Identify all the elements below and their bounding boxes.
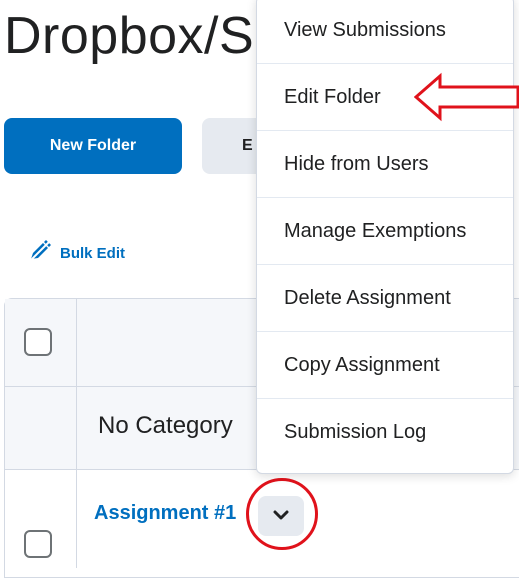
column-divider (76, 298, 77, 568)
page-title: Dropbox/S (4, 7, 255, 65)
menu-item-delete-assignment[interactable]: Delete Assignment (257, 265, 513, 332)
pencil-edit-icon (28, 240, 52, 266)
menu-item-manage-exemptions[interactable]: Manage Exemptions (257, 198, 513, 265)
left-arrow-annotation (414, 72, 519, 122)
circle-annotation (246, 478, 318, 550)
bulk-edit-button[interactable]: Bulk Edit (28, 240, 125, 266)
menu-item-submission-log[interactable]: Submission Log (257, 399, 513, 466)
assignment-link[interactable]: Assignment #1 (94, 502, 236, 525)
menu-item-view-submissions[interactable]: View Submissions (257, 0, 513, 64)
bulk-edit-label: Bulk Edit (60, 244, 126, 262)
category-label: No Category (98, 412, 233, 439)
edit-categories-label: E (242, 137, 253, 154)
select-all-checkbox[interactable] (24, 328, 52, 356)
row-checkbox[interactable] (24, 530, 52, 558)
new-folder-button[interactable]: New Folder (4, 118, 182, 174)
menu-item-copy-assignment[interactable]: Copy Assignment (257, 332, 513, 399)
menu-item-hide-from-users[interactable]: Hide from Users (257, 131, 513, 198)
